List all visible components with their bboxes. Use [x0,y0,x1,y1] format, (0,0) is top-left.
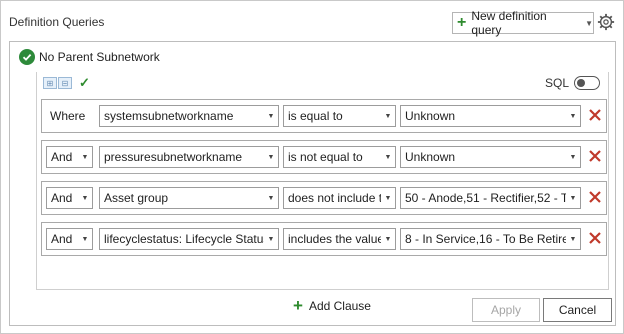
remove-clause-icon[interactable] [588,231,602,245]
cancel-button[interactable]: Cancel [543,298,612,322]
chevron-down-icon: ▼ [267,153,275,161]
connector-select[interactable]: And ▼ [46,146,93,168]
chevron-down-icon: ▼ [267,235,275,243]
sql-label: SQL [544,76,569,90]
field-select[interactable]: Asset group ▼ [99,187,279,209]
sql-toggle[interactable] [574,76,600,90]
clause-connector: Where [46,105,93,127]
chevron-down-icon: ▼ [569,112,577,120]
field-select[interactable]: lifecyclestatus: Lifecycle Status ▼ [99,228,279,250]
clause-row: Where systemsubnetworkname ▼ is equal to ▼… [41,99,607,133]
pane-title: Definition Queries [9,15,105,29]
chevron-down-icon: ▼ [585,18,593,28]
chevron-down-icon: ▼ [384,153,392,161]
definition-queries-pane: Definition Queries + New definition quer… [0,0,624,334]
plus-icon: + [293,296,303,315]
value-select[interactable]: 8 - In Service,16 - To Be Retired ▼ [400,228,581,250]
active-check-icon [19,49,35,65]
plus-icon: + [457,14,467,31]
value-select[interactable]: Unknown ▼ [400,105,581,127]
new-definition-query-button[interactable]: + New definition query ▼ [452,9,594,37]
clause-toolbar: ⊞ ⊟ ✓ [43,75,90,91]
operator-select[interactable]: does not include the▼ [283,187,396,209]
apply-button[interactable]: Apply [472,298,540,322]
operator-select[interactable]: is equal to ▼ [283,105,396,127]
operator-select[interactable]: is not equal to ▼ [283,146,396,168]
group-clauses-icon[interactable]: ⊞ [43,77,57,89]
clause-editor: ⊞ ⊟ ✓ SQL Where systemsubnetworkname ▼ is… [36,72,609,314]
remove-clause-icon[interactable] [588,190,602,204]
chevron-down-icon: ▼ [267,112,275,120]
chevron-down-icon: ▼ [569,235,577,243]
chevron-down-icon: ▼ [81,153,89,161]
chevron-down-icon: ▼ [569,153,577,161]
value-select[interactable]: Unknown ▼ [400,146,581,168]
clause-row: And ▼ pressuresubnetworkname ▼ is not equa… [41,140,607,174]
new-definition-query-label: New definition query [471,9,547,37]
ungroup-clauses-icon[interactable]: ⊟ [58,77,72,89]
chevron-down-icon: ▼ [81,194,89,202]
field-select[interactable]: pressuresubnetworkname ▼ [99,146,279,168]
query-name[interactable]: No Parent Subnetwork [39,50,160,64]
add-clause-button[interactable]: + Add Clause [293,297,371,314]
chevron-down-icon: ▼ [81,235,89,243]
value-select[interactable]: 50 - Anode,51 - Rectifier,52 - Test ▼ [400,187,581,209]
remove-clause-icon[interactable] [588,149,602,163]
clause-row: And ▼ lifecyclestatus: Lifecycle Status ▼ … [41,222,607,256]
verify-check-icon[interactable]: ✓ [79,75,90,91]
remove-clause-icon[interactable] [588,108,602,122]
connector-select[interactable]: And ▼ [46,187,93,209]
gear-icon[interactable] [597,13,615,31]
chevron-down-icon: ▼ [267,194,275,202]
sql-toggle-group: SQL [545,76,600,90]
query-panel: No Parent Subnetwork ⊞ ⊟ ✓ SQL Where sys… [9,41,616,326]
operator-select[interactable]: includes the value(s)▼ [283,228,396,250]
connector-select[interactable]: And ▼ [46,228,93,250]
chevron-down-icon: ▼ [384,235,392,243]
chevron-down-icon: ▼ [384,194,392,202]
chevron-down-icon: ▼ [569,194,577,202]
add-clause-label: Add Clause [308,298,371,313]
field-select[interactable]: systemsubnetworkname ▼ [99,105,279,127]
chevron-down-icon: ▼ [384,112,392,120]
clause-row: And▼ Asset group▼ does not include the▼ … [41,181,607,215]
